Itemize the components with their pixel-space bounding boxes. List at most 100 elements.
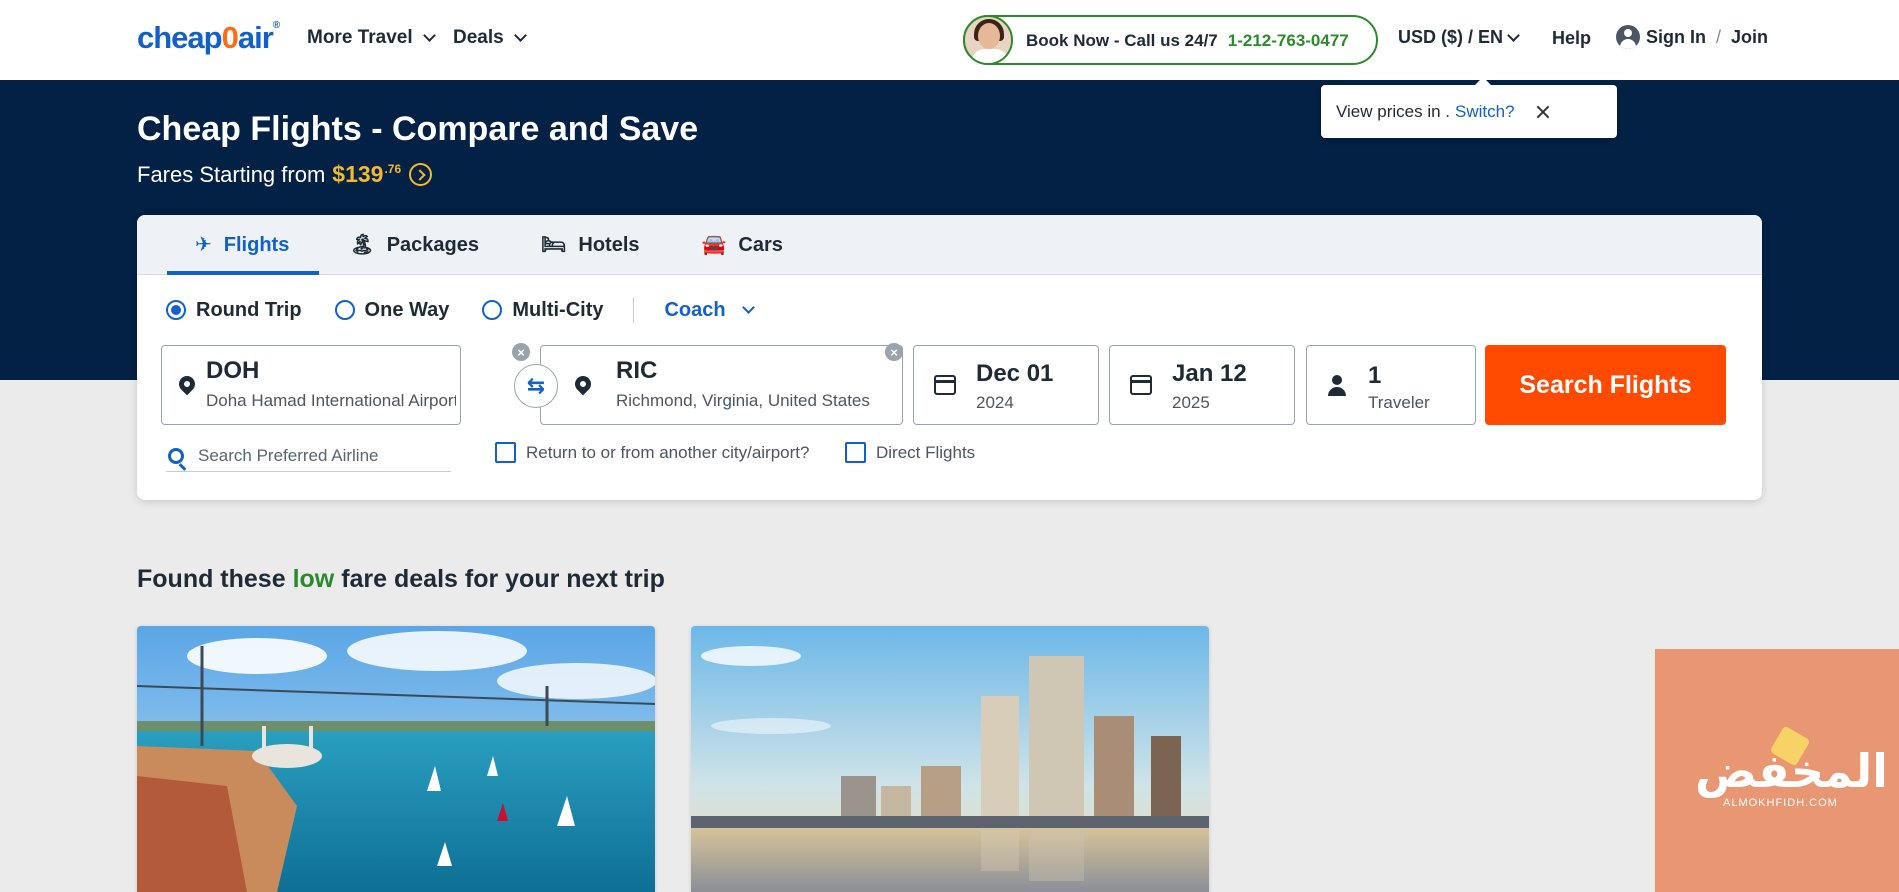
car-icon: 🚘 [701, 234, 727, 256]
radio-one-way-label: One Way [364, 298, 450, 321]
book-now-label: Book Now - Call us 24/7 [1026, 31, 1218, 50]
travelers-label: Traveler [1368, 393, 1430, 412]
currency-tooltip: View prices in . Switch? [1321, 77, 1617, 138]
chevron-down-icon [1507, 28, 1520, 42]
calendar-icon [934, 375, 956, 395]
nav-deals[interactable]: Deals [453, 27, 527, 49]
tab-packages-label: Packages [386, 233, 479, 256]
fares-starting: Fares Starting from $139.76 [137, 161, 433, 188]
cheapoair-logo[interactable]: cheap0air® [137, 20, 280, 56]
tab-cars[interactable]: 🚘 Cars [672, 215, 815, 275]
location-pin-icon [175, 372, 199, 396]
sign-in-link[interactable]: Sign In [1646, 27, 1706, 48]
tab-flights[interactable]: ✈ Flights [167, 215, 320, 275]
tab-cars-label: Cars [738, 233, 783, 256]
destination-name: Richmond, Virginia, United States [616, 391, 870, 410]
person-icon [1327, 375, 1347, 397]
promo-logo-subtext: ALMOKHFIDH.COM [1723, 797, 1838, 809]
location-pin-icon [571, 372, 595, 396]
destination-field[interactable]: RIC Richmond, Virginia, United States [540, 345, 903, 425]
book-now-call-button[interactable]: Book Now - Call us 24/7 1-212-763-0477 [963, 15, 1378, 65]
page-title: Cheap Flights - Compare and Save [137, 110, 699, 148]
direct-flights-checkbox[interactable]: Direct Flights [845, 442, 975, 463]
phone-number[interactable]: 1-212-763-0477 [1228, 31, 1349, 50]
istanbul-bosphorus-image [137, 626, 655, 892]
city-waterfront-image [691, 626, 1209, 892]
nav-deals-label: Deals [453, 27, 504, 48]
return-year: 2025 [1172, 393, 1210, 412]
direct-flights-label: Direct Flights [876, 442, 976, 462]
checkbox-icon [495, 442, 516, 463]
tab-hotels[interactable]: 🛏 Hotels [511, 215, 672, 275]
switch-link[interactable]: Switch? [1455, 102, 1515, 122]
deal-card-istanbul[interactable] [137, 626, 655, 892]
origin-code: DOH [206, 357, 260, 384]
tab-flights-label: Flights [223, 233, 290, 256]
top-navigation-bar: cheap0air® More Travel Deals Book Now - … [0, 0, 1899, 80]
cabin-class-dropdown[interactable]: Coach [664, 298, 755, 322]
deals-heading: Found these low fare deals for your next… [137, 565, 665, 593]
radio-unchecked-icon [334, 300, 355, 320]
join-link[interactable]: Join [1731, 27, 1768, 48]
close-icon[interactable] [1535, 104, 1551, 120]
fare-price: $139.76 [332, 161, 402, 187]
deal-card-manila[interactable] [691, 626, 1209, 892]
origin-field[interactable]: DOH Doha Hamad International Airport, ..… [161, 345, 461, 425]
tab-packages[interactable]: 🏝 Packages [319, 215, 511, 275]
radio-checked-icon [166, 300, 186, 320]
chevron-down-icon [513, 29, 527, 42]
chevron-down-icon [741, 301, 755, 314]
tooltip-text: View prices in . [1336, 101, 1451, 121]
search-icon [168, 447, 184, 464]
preferred-airline-placeholder: Search Preferred Airline [198, 445, 379, 465]
tab-hotels-label: Hotels [578, 233, 640, 256]
user-icon [1616, 25, 1640, 49]
separator: / [1716, 26, 1722, 47]
divider [633, 297, 635, 323]
fares-label: Fares Starting from [137, 161, 326, 187]
help-link[interactable]: Help [1552, 28, 1591, 49]
radio-multi-city-label: Multi-City [512, 298, 604, 321]
swap-airports-icon[interactable]: ⇆ [514, 364, 558, 408]
radio-unchecked-icon [482, 300, 503, 320]
depart-year: 2024 [976, 393, 1014, 412]
depart-date-field[interactable]: Dec 01 2024 [913, 345, 1099, 425]
trip-type-row: Round Trip One Way Multi-City Coach [166, 297, 755, 323]
depart-date: Dec 01 [976, 360, 1054, 387]
clear-origin-icon[interactable]: × [512, 343, 530, 361]
return-other-city-label: Return to or from another city/airport? [526, 442, 810, 462]
preferred-airline-input[interactable]: Search Preferred Airline [166, 440, 451, 472]
book-now-text: Book Now - Call us 24/7 1-212-763-0477 [1026, 31, 1349, 51]
nav-more-travel-label: More Travel [307, 27, 413, 48]
bed-icon: 🛏 [541, 234, 567, 256]
cabin-class-label: Coach [664, 298, 726, 321]
product-tabs: ✈ Flights 🏝 Packages 🛏 Hotels 🚘 Cars [137, 215, 1762, 275]
promo-logo-overlay: المخفض ALMOKHFIDH.COM [1655, 649, 1899, 892]
origin-name: Doha Hamad International Airport, ... [206, 391, 456, 410]
travelers-count: 1 [1368, 362, 1382, 389]
destination-code: RIC [616, 357, 658, 384]
return-other-city-checkbox[interactable]: Return to or from another city/airport? [495, 442, 809, 463]
chevron-down-icon [422, 29, 436, 42]
search-panel: ✈ Flights 🏝 Packages 🛏 Hotels 🚘 Cars Rou… [137, 215, 1762, 500]
return-date-field[interactable]: Jan 12 2025 [1109, 345, 1295, 425]
clear-destination-icon[interactable]: × [885, 343, 903, 361]
arrow-right-circle-icon[interactable] [409, 163, 433, 186]
currency-language-selector[interactable]: USD ($) / EN [1398, 27, 1520, 48]
search-flights-button[interactable]: Search Flights [1485, 345, 1726, 425]
promo-logo-text: المخفض [1695, 744, 1888, 798]
island-icon: 🏝 [349, 234, 375, 256]
radio-multi-city[interactable]: Multi-City [482, 299, 603, 322]
checkbox-icon [845, 442, 866, 463]
calendar-icon [1130, 375, 1152, 395]
account-links: Sign In / Join [1616, 25, 1768, 49]
return-date: Jan 12 [1172, 360, 1247, 387]
currency-label: USD ($) / EN [1398, 27, 1504, 47]
nav-more-travel[interactable]: More Travel [307, 27, 436, 49]
airplane-icon: ✈ [195, 234, 212, 256]
travelers-field[interactable]: 1 Traveler [1306, 345, 1476, 425]
radio-round-trip-label: Round Trip [196, 298, 302, 321]
agent-avatar [963, 15, 1013, 65]
radio-round-trip[interactable]: Round Trip [166, 299, 302, 322]
radio-one-way[interactable]: One Way [334, 298, 450, 322]
